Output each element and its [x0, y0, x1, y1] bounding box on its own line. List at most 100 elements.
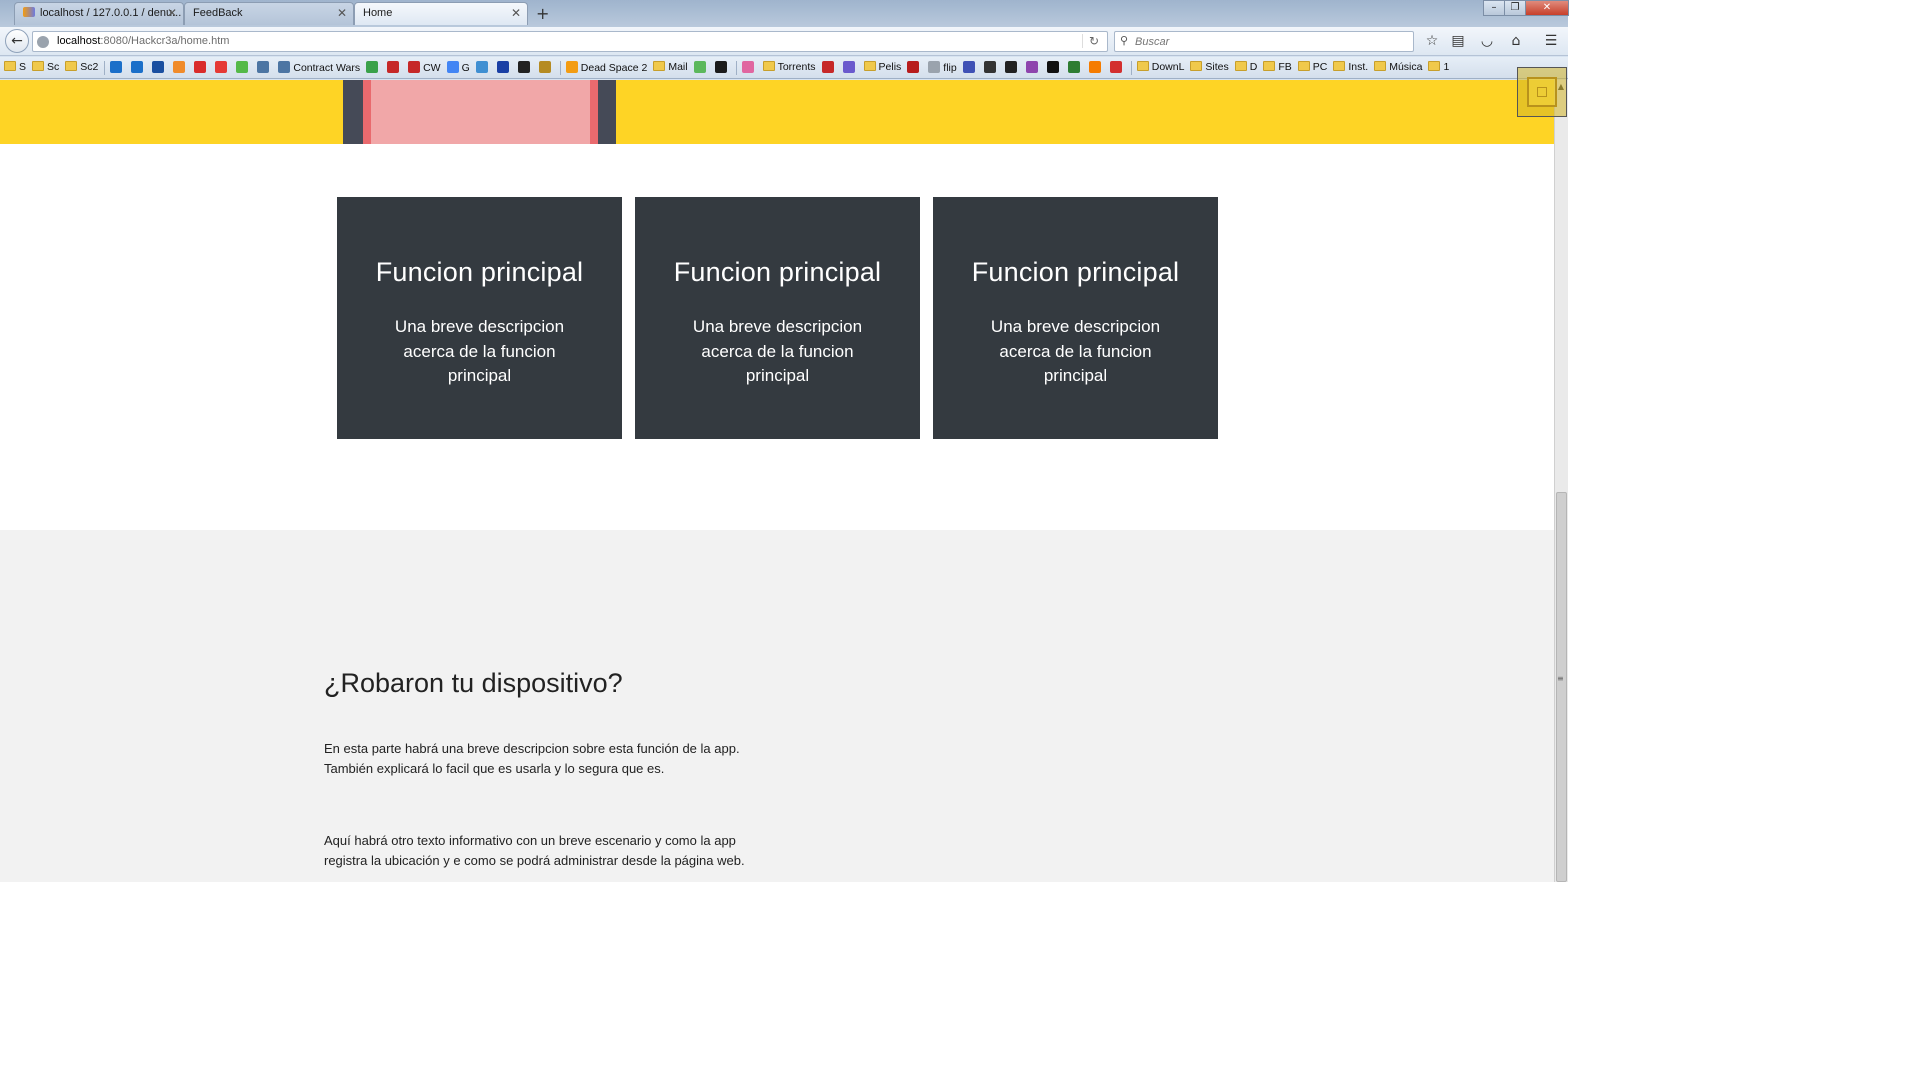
bookmark-item[interactable]	[110, 61, 125, 74]
tab-home[interactable]: Home ✕	[354, 2, 528, 25]
feature-description: Una breve descripcion acerca de la funci…	[394, 317, 565, 385]
folder-icon	[1297, 61, 1310, 71]
menu-icon[interactable]: ☰	[1542, 33, 1560, 49]
bookmark-item[interactable]	[1088, 61, 1104, 74]
ti-icon	[110, 61, 123, 73]
bookmark-item[interactable]	[983, 61, 999, 74]
bookmark-item[interactable]: Sc2	[65, 61, 98, 73]
new-tab-button[interactable]: +	[536, 4, 549, 23]
folder-icon	[762, 61, 775, 71]
bookmark-item[interactable]	[693, 61, 709, 74]
bookmark-item[interactable]	[236, 61, 251, 74]
bookmark-item[interactable]	[1109, 61, 1125, 74]
bookmark-star-icon[interactable]: ☆	[1423, 33, 1441, 49]
folder-icon	[1190, 61, 1203, 71]
bookmark-item[interactable]: Sites	[1190, 61, 1229, 73]
bookmark-item[interactable]: DownL	[1136, 61, 1185, 73]
bookmark-label: Sc	[47, 61, 60, 73]
bookmark-item[interactable]	[741, 61, 757, 74]
pocket-icon[interactable]: ◡	[1478, 33, 1496, 49]
bookmark-item[interactable]	[387, 61, 402, 74]
bookmark-item[interactable]	[194, 61, 209, 74]
bookmark-item[interactable]	[215, 61, 230, 74]
close-tab-icon[interactable]: ✕	[337, 6, 347, 20]
bookmark-item[interactable]: CW	[408, 61, 441, 74]
bookmark-item[interactable]	[517, 61, 533, 74]
bookmark-item[interactable]	[173, 61, 188, 74]
bookmark-label: FB	[1278, 61, 1292, 73]
lastpass-icon	[1109, 61, 1122, 73]
bookmark-item[interactable]: Música	[1374, 61, 1422, 73]
bookmark-item[interactable]: G	[446, 61, 470, 74]
bookmark-separator	[1130, 61, 1132, 75]
close-tab-icon[interactable]: ✕	[511, 6, 521, 20]
tab-title: Home	[363, 7, 393, 19]
bookmark-item[interactable]: D	[1234, 61, 1257, 73]
bookmark-item[interactable]: Torrents	[762, 61, 816, 73]
bookmark-item[interactable]	[538, 61, 554, 74]
bookmark-item[interactable]	[962, 61, 978, 74]
addon-overlay-core	[1537, 87, 1547, 97]
address-bar[interactable]: localhost:8080/Hackcr3a/home.htm ↻	[32, 31, 1108, 52]
reload-icon[interactable]: ↻	[1081, 34, 1099, 48]
bookmark-item[interactable]: Inst.	[1333, 61, 1368, 73]
close-tab-icon[interactable]: ✕	[167, 6, 177, 20]
scrollbar-thumb[interactable]	[1556, 492, 1567, 882]
bookmark-label: flip	[943, 62, 957, 74]
bookmark-item[interactable]: FB	[1263, 61, 1292, 73]
tab-feedback[interactable]: FeedBack ✕	[184, 2, 354, 25]
vk-icon	[278, 61, 291, 73]
section-paragraph: En esta parte habrá una breve descripcio…	[324, 741, 740, 776]
bookmark-item[interactable]: 1	[1428, 61, 1449, 73]
close-window-button[interactable]: ✕	[1525, 0, 1569, 16]
cloud-icon	[173, 61, 186, 73]
url-text: localhost:8080/Hackcr3a/home.htm	[57, 35, 230, 47]
bookmark-item[interactable]	[496, 61, 512, 74]
info-icon	[565, 61, 578, 73]
bookmark-item[interactable]	[366, 61, 381, 74]
bookmark-label: DownL	[1151, 61, 1185, 73]
back-button[interactable]: ←	[5, 29, 29, 53]
bookmark-item[interactable]: Dead Space 2	[565, 61, 647, 74]
tab-title: FeedBack	[193, 7, 243, 19]
home-icon[interactable]: ⌂	[1507, 33, 1525, 49]
bookmark-item[interactable]: Sc	[32, 61, 59, 73]
bookmark-item[interactable]: flip	[928, 61, 957, 74]
flower-icon	[741, 61, 754, 73]
bookmarks-menu-icon[interactable]: ▤	[1449, 33, 1467, 49]
back-arrow-icon: ←	[11, 33, 23, 49]
bookmark-item[interactable]	[1025, 61, 1041, 74]
bookmark-item[interactable]	[1067, 61, 1083, 74]
bookmark-item[interactable]: Mail	[653, 61, 688, 73]
feature-title: Funcion principal	[375, 257, 584, 287]
feature-card: Funcion principal Una breve descripcion …	[933, 197, 1218, 439]
bookmark-label: PC	[1312, 61, 1328, 73]
feature-card: Funcion principal Una breve descripcion …	[337, 197, 622, 439]
bookmark-item[interactable]	[714, 61, 730, 74]
bookmark-item[interactable]	[1004, 61, 1020, 74]
bookmark-item[interactable]	[907, 61, 922, 74]
bookmark-item[interactable]	[821, 61, 837, 74]
tab-phpmyadmin[interactable]: localhost / 127.0.0.1 / denu... ✕	[14, 2, 184, 25]
bookmark-item[interactable]	[152, 61, 167, 74]
s-icon	[496, 61, 509, 73]
bookmark-item[interactable]	[257, 61, 272, 74]
m-icon	[236, 61, 249, 73]
vk-icon	[257, 61, 270, 73]
minimize-button[interactable]: –	[1483, 0, 1505, 16]
hero-banner	[0, 80, 1554, 144]
restore-button[interactable]: ❐	[1504, 0, 1526, 16]
bookmark-item[interactable]	[475, 61, 491, 74]
bookmark-item[interactable]: S	[4, 61, 26, 73]
bookmark-item[interactable]: PC	[1297, 61, 1328, 73]
bookmark-item[interactable]	[842, 61, 858, 74]
bookmark-item[interactable]: Pelis	[863, 61, 901, 73]
search-input[interactable]	[1135, 34, 1405, 49]
search-bar[interactable]: ⚲	[1114, 31, 1414, 52]
site-identity-icon[interactable]	[37, 36, 49, 48]
bookmark-item[interactable]	[131, 61, 146, 74]
bookmark-item[interactable]	[1046, 61, 1062, 74]
bookmark-item[interactable]: Contract Wars	[278, 61, 360, 74]
addon-overlay[interactable]	[1517, 67, 1567, 117]
search-icon: ⚲	[1120, 34, 1129, 47]
